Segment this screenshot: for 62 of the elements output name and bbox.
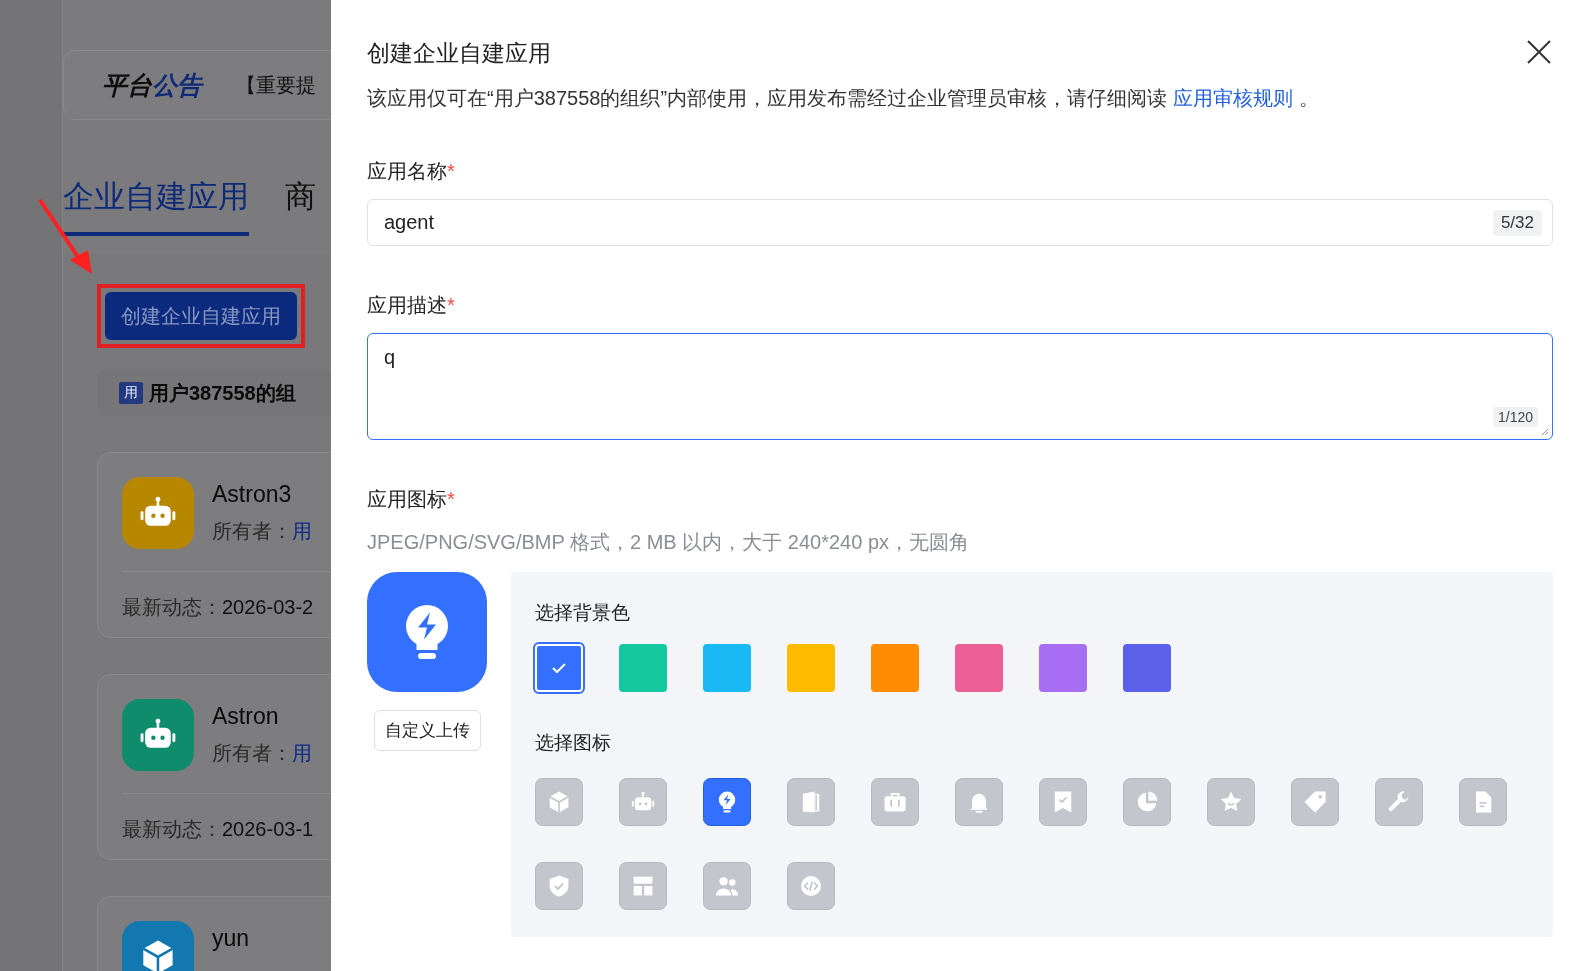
- color-swatch[interactable]: [703, 644, 751, 692]
- lightbulb-icon[interactable]: [703, 778, 751, 826]
- users-icon[interactable]: [703, 862, 751, 910]
- owner-link[interactable]: 用: [292, 520, 312, 542]
- app-name: yun: [212, 925, 250, 952]
- activity-date: 2026-03-2: [222, 596, 314, 618]
- announcement-title: 平台公告: [102, 69, 202, 101]
- character-counter: 1/120: [1492, 407, 1538, 427]
- page-tab[interactable]: 商: [285, 176, 316, 236]
- description-field[interactable]: q 1/120: [367, 333, 1553, 440]
- document-icon[interactable]: [1459, 778, 1507, 826]
- field-value: q: [384, 346, 397, 369]
- color-swatch[interactable]: [619, 644, 667, 692]
- app-name: Astron: [212, 703, 280, 730]
- pie-chart-icon[interactable]: [1123, 778, 1171, 826]
- drawer-title: 创建企业自建应用: [367, 39, 551, 68]
- tag-icon[interactable]: [1291, 778, 1339, 826]
- code-icon[interactable]: [787, 862, 835, 910]
- color-swatch[interactable]: [871, 644, 919, 692]
- section-heading: 选择图标: [535, 731, 612, 755]
- owner-label: 所有者：: [212, 742, 292, 764]
- close-icon[interactable]: [1525, 38, 1553, 66]
- name-field[interactable]: agent 5/32: [367, 199, 1553, 246]
- organization-name: 用户387558的组: [149, 380, 296, 406]
- layout-icon[interactable]: [619, 862, 667, 910]
- field-label: 应用描述*: [367, 293, 456, 318]
- create-app-button[interactable]: 创建企业自建应用: [105, 292, 297, 340]
- briefcase-icon[interactable]: [871, 778, 919, 826]
- character-counter: 5/32: [1492, 209, 1542, 236]
- color-swatch[interactable]: [787, 644, 835, 692]
- color-swatch[interactable]: [1123, 644, 1171, 692]
- custom-upload-button[interactable]: 自定义上传: [373, 710, 481, 751]
- color-swatch[interactable]: [955, 644, 1003, 692]
- format-hint: JPEG/PNG/SVG/BMP 格式，2 MB 以内，大于 240*240 px，无圆角: [367, 530, 970, 555]
- resize-handle-icon[interactable]: [1541, 428, 1549, 436]
- page-tab[interactable]: 企业自建应用: [63, 176, 249, 236]
- cube-icon[interactable]: [535, 778, 583, 826]
- field-value: agent: [384, 211, 435, 234]
- bell-icon[interactable]: [955, 778, 1003, 826]
- shield-icon[interactable]: [535, 862, 583, 910]
- app-card[interactable]: Astron3 所有者：用 最新动态：2026-03-2: [97, 452, 331, 638]
- door-icon[interactable]: [787, 778, 835, 826]
- color-swatch[interactable]: [1039, 644, 1087, 692]
- organization-badge: 用: [119, 382, 143, 404]
- section-heading: 选择背景色: [535, 601, 631, 625]
- app-name: Astron3: [212, 481, 293, 508]
- bookmark-icon[interactable]: [1039, 778, 1087, 826]
- app-card[interactable]: Astron 所有者：用 最新动态：2026-03-1: [97, 674, 331, 860]
- review-rules-link[interactable]: 应用审核规则: [1173, 87, 1294, 109]
- announcement-text: 【重要提: [236, 72, 316, 98]
- app-card[interactable]: yun: [97, 896, 331, 971]
- owner-label: 所有者：: [212, 520, 292, 542]
- scope-notice: 该应用仅可在“用户387558的组织”内部使用，应用发布需经过企业管理员审核，请仔细阅读 应用审核规则 。: [367, 86, 1321, 111]
- field-label: 应用名称*: [367, 159, 456, 184]
- robot-icon[interactable]: [619, 778, 667, 826]
- color-swatch[interactable]: [535, 644, 583, 692]
- wrench-icon[interactable]: [1375, 778, 1423, 826]
- activity-label: 最新动态：: [122, 818, 222, 840]
- owner-link[interactable]: 用: [292, 742, 312, 764]
- field-label: 应用图标*: [367, 487, 456, 512]
- activity-label: 最新动态：: [122, 596, 222, 618]
- activity-date: 2026-03-1: [222, 818, 314, 840]
